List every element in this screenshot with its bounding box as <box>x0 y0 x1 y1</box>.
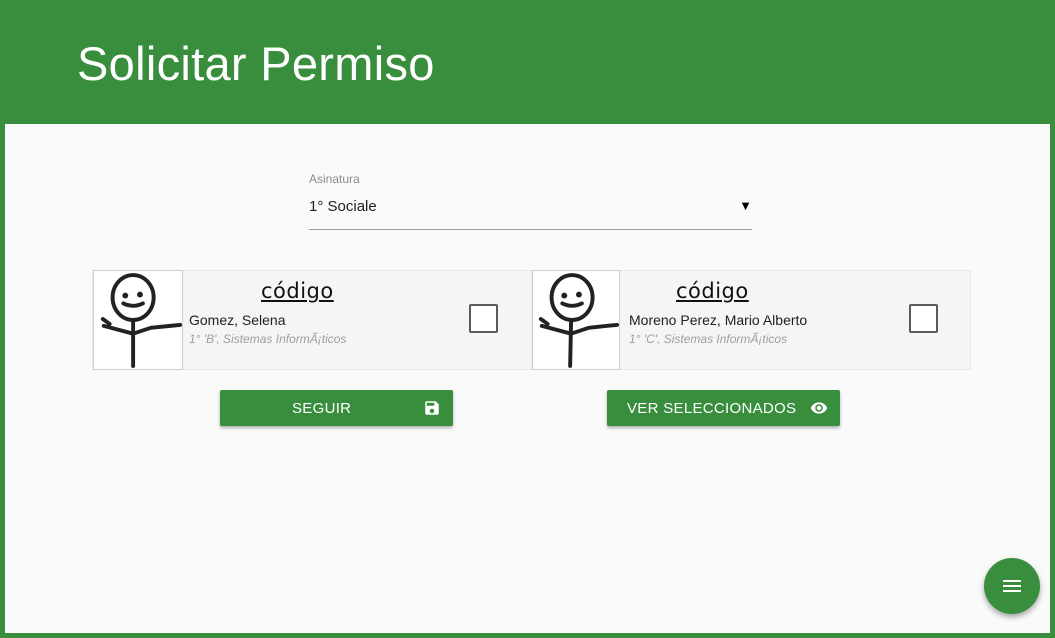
select-value[interactable]: 1° Sociale <box>309 198 377 215</box>
student-code: código <box>676 279 749 303</box>
main-content: Asinatura 1° Sociale ▼ código Gomez, Sel… <box>5 124 1050 633</box>
student-name: Gomez, Selena <box>189 312 286 328</box>
avatar <box>532 270 620 370</box>
avatar <box>93 270 183 370</box>
ver-seleccionados-button[interactable]: VER SELECCIONADOS <box>607 390 840 426</box>
menu-fab-button[interactable] <box>984 558 1040 614</box>
asignatura-select[interactable]: Asinatura 1° Sociale ▼ <box>309 172 752 230</box>
app-header: Solicitar Permiso <box>0 0 1055 124</box>
student-code: código <box>261 279 334 303</box>
dropdown-arrow-icon[interactable]: ▼ <box>739 198 752 213</box>
student-course: 1° 'B', Sistemas InformÃ¡ticos <box>189 332 347 346</box>
select-underline <box>309 229 752 230</box>
student-card: código Gomez, Selena 1° 'B', Sistemas In… <box>92 270 532 370</box>
seguir-label: SEGUIR <box>292 400 352 417</box>
stick-figure-icon <box>100 273 182 368</box>
select-student-checkbox[interactable] <box>909 304 938 333</box>
ver-seleccionados-label: VER SELECCIONADOS <box>627 400 797 417</box>
seguir-button[interactable]: SEGUIR <box>220 390 453 426</box>
page-title: Solicitar Permiso <box>77 37 435 90</box>
select-student-checkbox[interactable] <box>469 304 498 333</box>
save-icon <box>425 401 439 415</box>
student-name: Moreno Perez, Mario Alberto <box>629 312 808 328</box>
stick-figure-icon <box>538 273 619 368</box>
menu-icon <box>1003 580 1021 592</box>
eye-icon <box>810 402 828 414</box>
student-course: 1° 'C', Sistemas InformÃ¡ticos <box>629 332 788 346</box>
student-card: código Moreno Perez, Mario Alberto 1° 'C… <box>531 270 971 370</box>
select-label: Asinatura <box>309 172 360 186</box>
